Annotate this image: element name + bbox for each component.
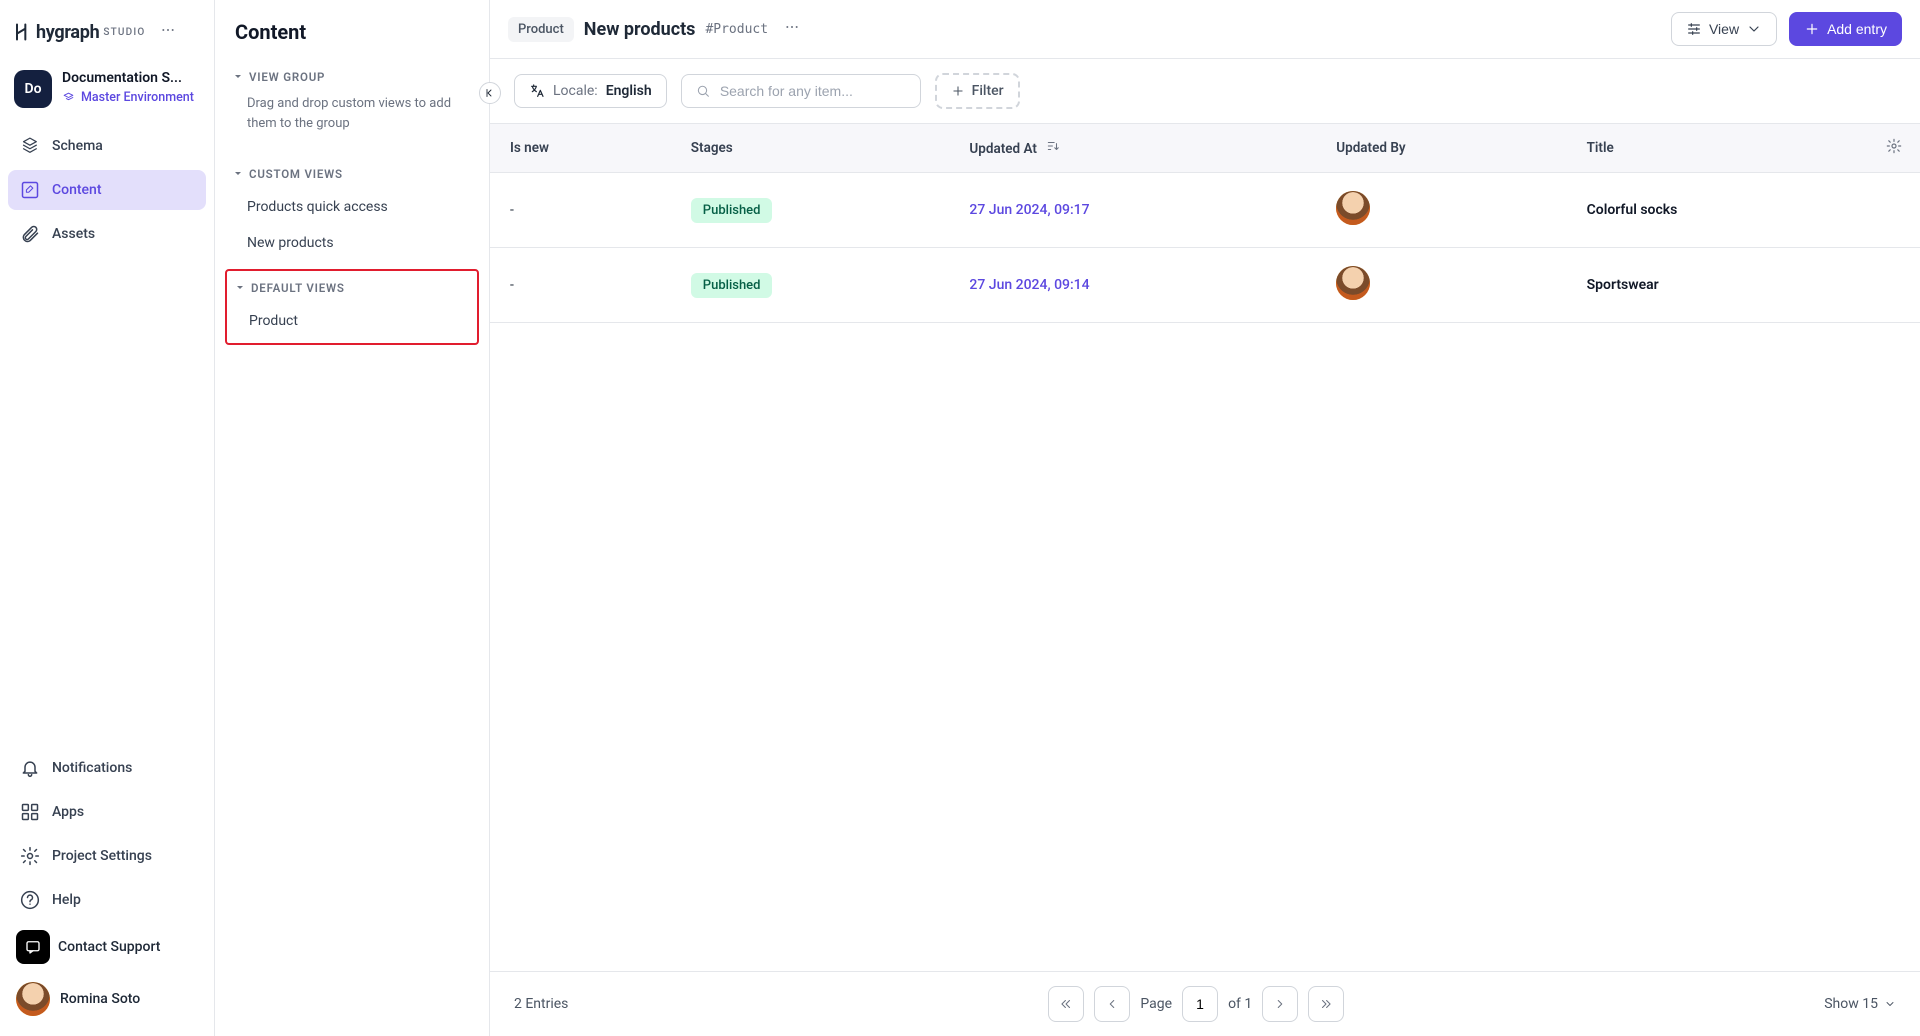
add-entry-button[interactable]: Add entry xyxy=(1789,12,1902,46)
chevron-down-icon xyxy=(1884,998,1896,1010)
bell-icon xyxy=(20,758,40,778)
chat-icon xyxy=(16,930,50,964)
next-page-button[interactable] xyxy=(1262,986,1298,1022)
edit-icon xyxy=(20,180,40,200)
filter-bar: Locale: English Filter xyxy=(490,59,1920,123)
group-default-views[interactable]: DEFAULT VIEWS xyxy=(233,277,477,299)
chevron-down-icon xyxy=(233,72,243,82)
search-box[interactable] xyxy=(681,74,921,108)
add-filter-button[interactable]: Filter xyxy=(935,73,1020,109)
project-selector[interactable]: Do Documentation S... Master Environment xyxy=(8,62,206,126)
nav-apps[interactable]: Apps xyxy=(8,792,206,832)
model-badge[interactable]: Product xyxy=(508,17,574,42)
locale-selector[interactable]: Locale: English xyxy=(514,74,667,108)
brand-name: hygraph xyxy=(36,22,99,43)
col-updated-at[interactable]: Updated At xyxy=(949,124,1316,173)
view-item-product[interactable]: Product xyxy=(233,303,471,339)
title-more-icon[interactable] xyxy=(778,15,806,43)
main-content: Product New products #Product View Add e… xyxy=(490,0,1920,1036)
user-avatar xyxy=(16,982,50,1016)
project-name: Documentation S... xyxy=(62,70,194,86)
col-is-new[interactable]: Is new xyxy=(490,124,671,173)
translate-icon xyxy=(529,83,545,99)
view-item-new-products[interactable]: New products xyxy=(231,225,473,261)
chevron-down-icon xyxy=(235,283,245,293)
page-size-selector[interactable]: Show 15 xyxy=(1824,996,1896,1012)
grid-icon xyxy=(20,802,40,822)
brand-sub: STUDIO xyxy=(103,27,145,38)
sort-desc-icon xyxy=(1046,139,1060,153)
prev-page-button[interactable] xyxy=(1094,986,1130,1022)
nav-assets[interactable]: Assets xyxy=(8,214,206,254)
entry-count: 2 Entries xyxy=(514,996,568,1012)
attachment-icon xyxy=(20,224,40,244)
title-cell: Sportswear xyxy=(1567,248,1866,323)
table-footer: 2 Entries Page of 1 Show 15 xyxy=(490,971,1920,1036)
gear-icon xyxy=(20,846,40,866)
nav-notifications[interactable]: Notifications xyxy=(8,748,206,788)
last-page-button[interactable] xyxy=(1308,986,1344,1022)
plus-icon xyxy=(1804,21,1820,37)
gear-icon xyxy=(1886,138,1902,154)
view-group-desc: Drag and drop custom views to add them t… xyxy=(231,92,473,149)
search-icon xyxy=(696,83,710,99)
nav-user[interactable]: Romina Soto xyxy=(8,974,206,1024)
stage-badge: Published xyxy=(691,198,773,223)
group-custom-views[interactable]: CUSTOM VIEWS xyxy=(231,163,473,185)
table-row[interactable]: - Published 27 Jun 2024, 09:17 Colorful … xyxy=(490,173,1920,248)
view-item-products-quick-access[interactable]: Products quick access xyxy=(231,189,473,225)
plus-icon xyxy=(951,84,965,98)
col-settings[interactable] xyxy=(1866,124,1920,173)
highlighted-default-views: DEFAULT VIEWS Product xyxy=(225,269,479,345)
chevron-down-icon xyxy=(233,169,243,179)
first-page-button[interactable] xyxy=(1048,986,1084,1022)
title-cell: Colorful socks xyxy=(1567,173,1866,248)
project-avatar: Do xyxy=(14,70,52,108)
search-input[interactable] xyxy=(720,83,906,99)
sliders-icon xyxy=(1686,21,1702,37)
environment-label: Master Environment xyxy=(62,90,194,105)
group-view-group[interactable]: VIEW GROUP xyxy=(231,66,473,88)
page-input[interactable] xyxy=(1182,986,1218,1022)
chevron-down-icon xyxy=(1746,21,1762,37)
stage-badge: Published xyxy=(691,273,773,298)
updated-by-avatar xyxy=(1336,266,1370,300)
updated-at-cell: 27 Jun 2024, 09:17 xyxy=(949,173,1316,248)
view-button[interactable]: View xyxy=(1671,12,1777,46)
collapse-icon xyxy=(484,87,496,99)
updated-at-cell: 27 Jun 2024, 09:14 xyxy=(949,248,1316,323)
primary-sidebar: hygraph STUDIO Do Documentation S... Mas… xyxy=(0,0,215,1036)
secondary-sidebar: Content VIEW GROUP Drag and drop custom … xyxy=(215,0,490,1036)
updated-by-avatar xyxy=(1336,191,1370,225)
nav-content[interactable]: Content xyxy=(8,170,206,210)
page-title: New products xyxy=(584,19,696,40)
col-title[interactable]: Title xyxy=(1567,124,1866,173)
nav-schema[interactable]: Schema xyxy=(8,126,206,166)
secondary-heading: Content xyxy=(231,20,473,44)
brand-more-icon[interactable] xyxy=(154,18,182,46)
entries-table: Is new Stages Updated At Updated By Titl… xyxy=(490,123,1920,323)
col-stages[interactable]: Stages xyxy=(671,124,950,173)
help-icon xyxy=(20,890,40,910)
nav-contact-support[interactable]: Contact Support xyxy=(8,924,206,970)
nav-help[interactable]: Help xyxy=(8,880,206,920)
topbar: Product New products #Product View Add e… xyxy=(490,0,1920,59)
brand-logo[interactable]: hygraph STUDIO xyxy=(12,22,146,43)
layers-icon xyxy=(20,136,40,156)
model-hash: #Product xyxy=(705,22,768,37)
table-row[interactable]: - Published 27 Jun 2024, 09:14 Sportswea… xyxy=(490,248,1920,323)
col-updated-by[interactable]: Updated By xyxy=(1316,124,1566,173)
collapse-sidebar-button[interactable] xyxy=(479,82,501,104)
nav-project-settings[interactable]: Project Settings xyxy=(8,836,206,876)
